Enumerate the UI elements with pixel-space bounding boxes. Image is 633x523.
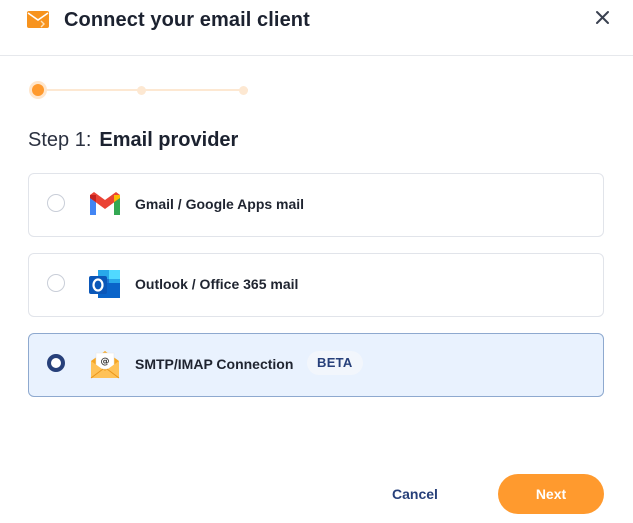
radio-outlook[interactable] <box>47 274 65 292</box>
provider-option-outlook[interactable]: Outlook / Office 365 mail <box>28 253 604 317</box>
step-2-dot <box>137 86 146 95</box>
step-heading: Step 1: Email provider <box>28 128 238 152</box>
next-button[interactable]: Next <box>498 474 604 514</box>
step-title: Email provider <box>99 129 239 151</box>
gmail-icon <box>87 187 123 221</box>
orange-envelope-icon <box>27 11 49 28</box>
connect-email-dialog: Connect your email client Step 1: Email p… <box>0 0 633 523</box>
radio-smtp-imap[interactable] <box>47 354 65 372</box>
step-3-dot <box>239 86 248 95</box>
svg-text:@: @ <box>101 357 110 367</box>
provider-option-gmail[interactable]: Gmail / Google Apps mail <box>28 173 604 237</box>
radio-gmail[interactable] <box>47 194 65 212</box>
progress-stepper <box>30 82 252 98</box>
provider-option-smtp-imap[interactable]: @ SMTP/IMAP Connection BETA <box>28 333 604 397</box>
dialog-title: Connect your email client <box>64 9 310 31</box>
provider-label-outlook: Outlook / Office 365 mail <box>135 276 299 292</box>
cancel-button[interactable]: Cancel <box>373 478 457 510</box>
step-1-dot <box>32 84 44 96</box>
provider-label-gmail: Gmail / Google Apps mail <box>135 196 305 212</box>
beta-badge: BETA <box>307 351 363 375</box>
step-number-label: Step 1: <box>28 129 92 151</box>
close-button[interactable] <box>592 7 614 29</box>
provider-label-smtp-imap: SMTP/IMAP Connection <box>135 356 294 372</box>
smtp-imap-envelope-icon: @ <box>87 347 123 381</box>
dialog-header: Connect your email client <box>0 0 633 56</box>
outlook-icon <box>87 267 123 301</box>
close-icon <box>592 11 614 33</box>
